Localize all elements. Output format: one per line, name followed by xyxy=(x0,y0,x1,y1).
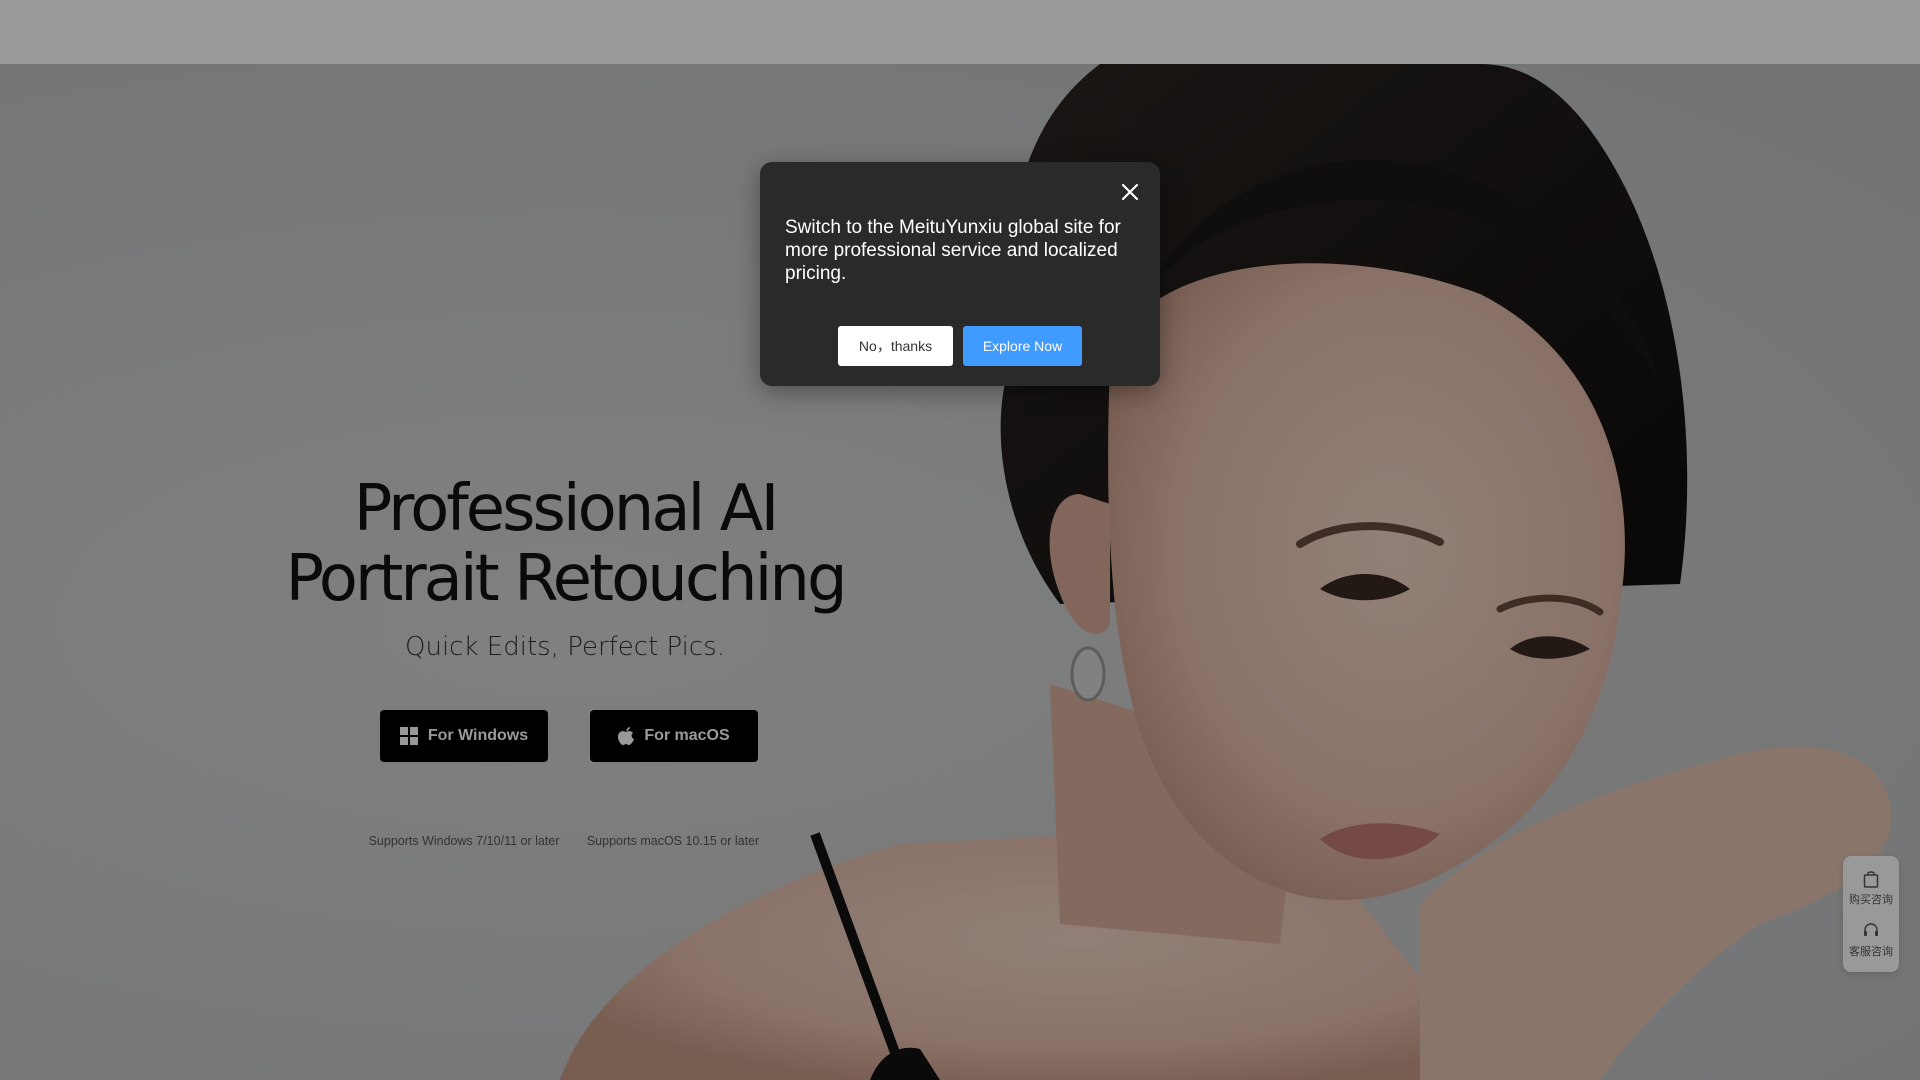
close-icon[interactable] xyxy=(1116,178,1144,206)
explore-now-button[interactable]: Explore Now xyxy=(963,326,1082,366)
no-thanks-button[interactable]: No，thanks xyxy=(838,326,953,366)
global-site-modal: Switch to the MeituYunxiu global site fo… xyxy=(760,162,1160,386)
modal-message: Switch to the MeituYunxiu global site fo… xyxy=(785,217,1121,284)
